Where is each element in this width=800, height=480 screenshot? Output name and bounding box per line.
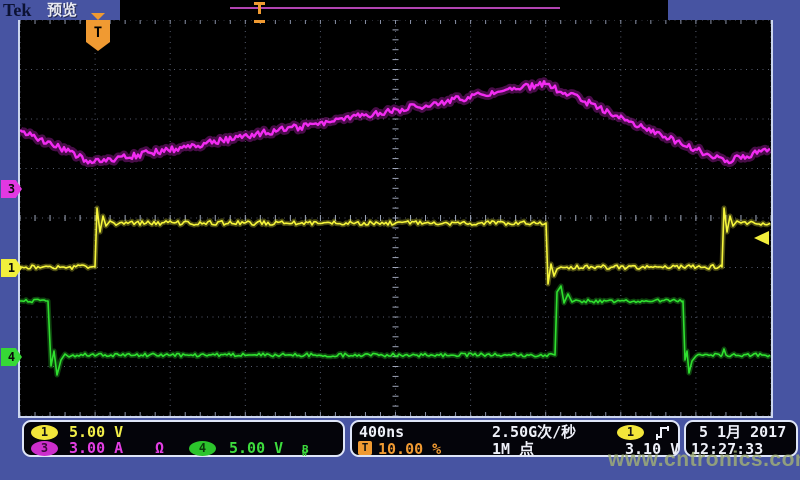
ch1-badge[interactable]: 1 — [31, 425, 58, 440]
ch3-trace-glow — [20, 81, 770, 163]
date-readout: 5 1月 2017 — [699, 425, 786, 440]
acquisition-trigger-position-marker[interactable] — [254, 2, 265, 23]
datetime-panel[interactable]: 5 1月 2017 12:27:33 — [684, 420, 798, 457]
rising-edge-slope-icon — [655, 425, 671, 440]
ch3-badge[interactable]: 3 — [31, 441, 58, 456]
waveform-display[interactable]: T — [18, 18, 773, 418]
ch3-scale-readout: 3.00 A — [69, 441, 123, 456]
ch4-scale-readout: 5.00 V — [229, 441, 283, 456]
trigger-position-icon: T — [358, 441, 372, 455]
ch4-bandwidth-icon: BW — [302, 442, 307, 461]
channel-readouts-panel[interactable]: 1 5.00 V 3 3.00 A Ω 4 5.00 V BW — [22, 420, 345, 457]
trigger-t-glyph: T — [94, 25, 102, 41]
top-status-bar: Tek 预览 — [0, 0, 800, 20]
trigger-position-readout: 10.00 % — [378, 442, 441, 457]
tek-logo: Tek — [3, 0, 31, 20]
timebase-readout: 400ns — [359, 425, 404, 440]
acquisition-preview-bar — [120, 0, 668, 20]
ch1-scale-readout: 5.00 V — [69, 425, 123, 440]
sample-rate-readout: 2.50G次/秒 — [492, 425, 576, 440]
acquisition-record-line — [230, 7, 560, 9]
ch3-impedance-icon: Ω — [155, 441, 164, 456]
trigger-position-arrow-icon[interactable] — [91, 13, 105, 20]
scope-canvas: T — [20, 20, 771, 416]
marker-stem — [258, 5, 261, 14]
oscilloscope-screen: { "header": { "brand": "Tek", "mode": "预… — [0, 0, 800, 480]
record-length-readout: 1M 点 — [492, 442, 534, 457]
time-readout: 12:27:33 — [691, 442, 763, 457]
trigger-level-arrow-icon — [754, 231, 769, 245]
trigger-level-readout: 3.10 V — [625, 442, 679, 457]
ch4-badge[interactable]: 4 — [189, 441, 216, 456]
trigger-source-badge[interactable]: 1 — [617, 425, 644, 440]
preview-mode-label: 预览 — [47, 1, 77, 20]
horizontal-trigger-panel[interactable]: 400ns T 10.00 % 2.50G次/秒 1M 点 1 3.10 V — [350, 420, 680, 457]
